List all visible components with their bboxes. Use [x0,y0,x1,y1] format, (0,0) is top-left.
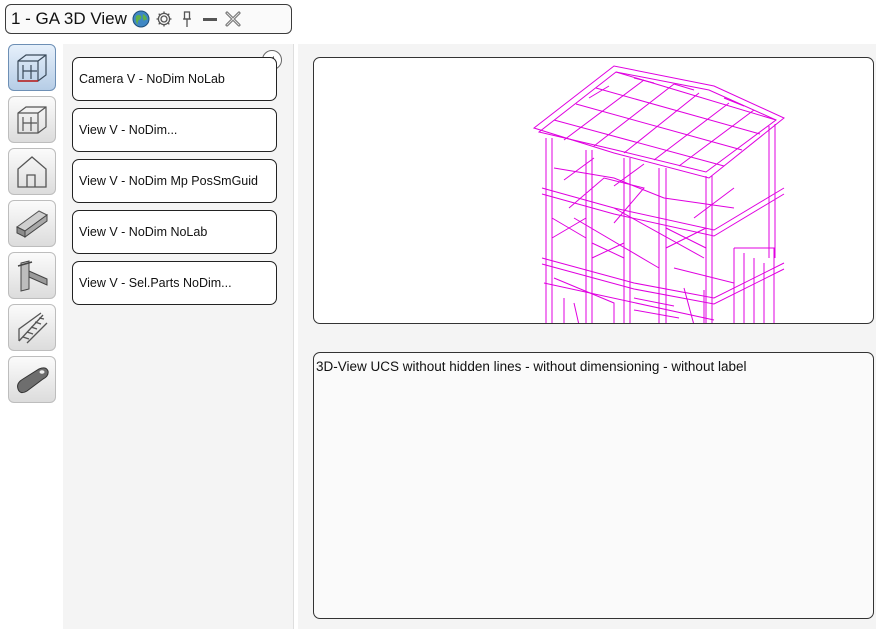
window-title-bar: 1 - GA 3D View [5,4,292,34]
title-bar-icons [131,9,243,29]
view-item-nodim-mp[interactable]: View V - NoDim Mp PosSmGuid [72,159,277,203]
view-item-nodim[interactable]: View V - NoDim... [72,108,277,152]
window-title: 1 - GA 3D View [11,9,127,28]
view-description: 3D-View UCS without hidden lines - witho… [313,352,874,619]
beam-profile-tool[interactable] [8,200,56,247]
plate-icon [17,366,49,393]
beam-icon [16,209,48,238]
pin-icon[interactable] [177,9,197,29]
view-item-selparts[interactable]: View V - Sel.Parts NoDim... [72,261,277,305]
stair-icon [18,311,48,343]
view-preview [313,57,874,324]
view-item-nodim-nolab[interactable]: View V - NoDim NoLab [72,210,277,254]
column-connection-tool[interactable] [8,252,56,299]
view-3d-camera-tool[interactable] [8,44,56,91]
gear-icon[interactable] [154,9,174,29]
house-elevation-tool[interactable] [8,148,56,195]
wireframe-preview-image [532,65,785,323]
minimize-icon[interactable] [200,9,220,29]
view-item-camera[interactable]: Camera V - NoDim NoLab [72,57,277,101]
stair-tool[interactable] [8,304,56,351]
part-tool[interactable] [8,356,56,403]
camera-frame-icon [17,53,47,82]
globe-icon[interactable] [131,9,151,29]
house-icon [17,155,47,188]
close-icon[interactable] [223,9,243,29]
frame-outline-icon [17,105,47,134]
view-3d-frame-tool[interactable] [8,96,56,143]
column-icon [17,259,48,292]
